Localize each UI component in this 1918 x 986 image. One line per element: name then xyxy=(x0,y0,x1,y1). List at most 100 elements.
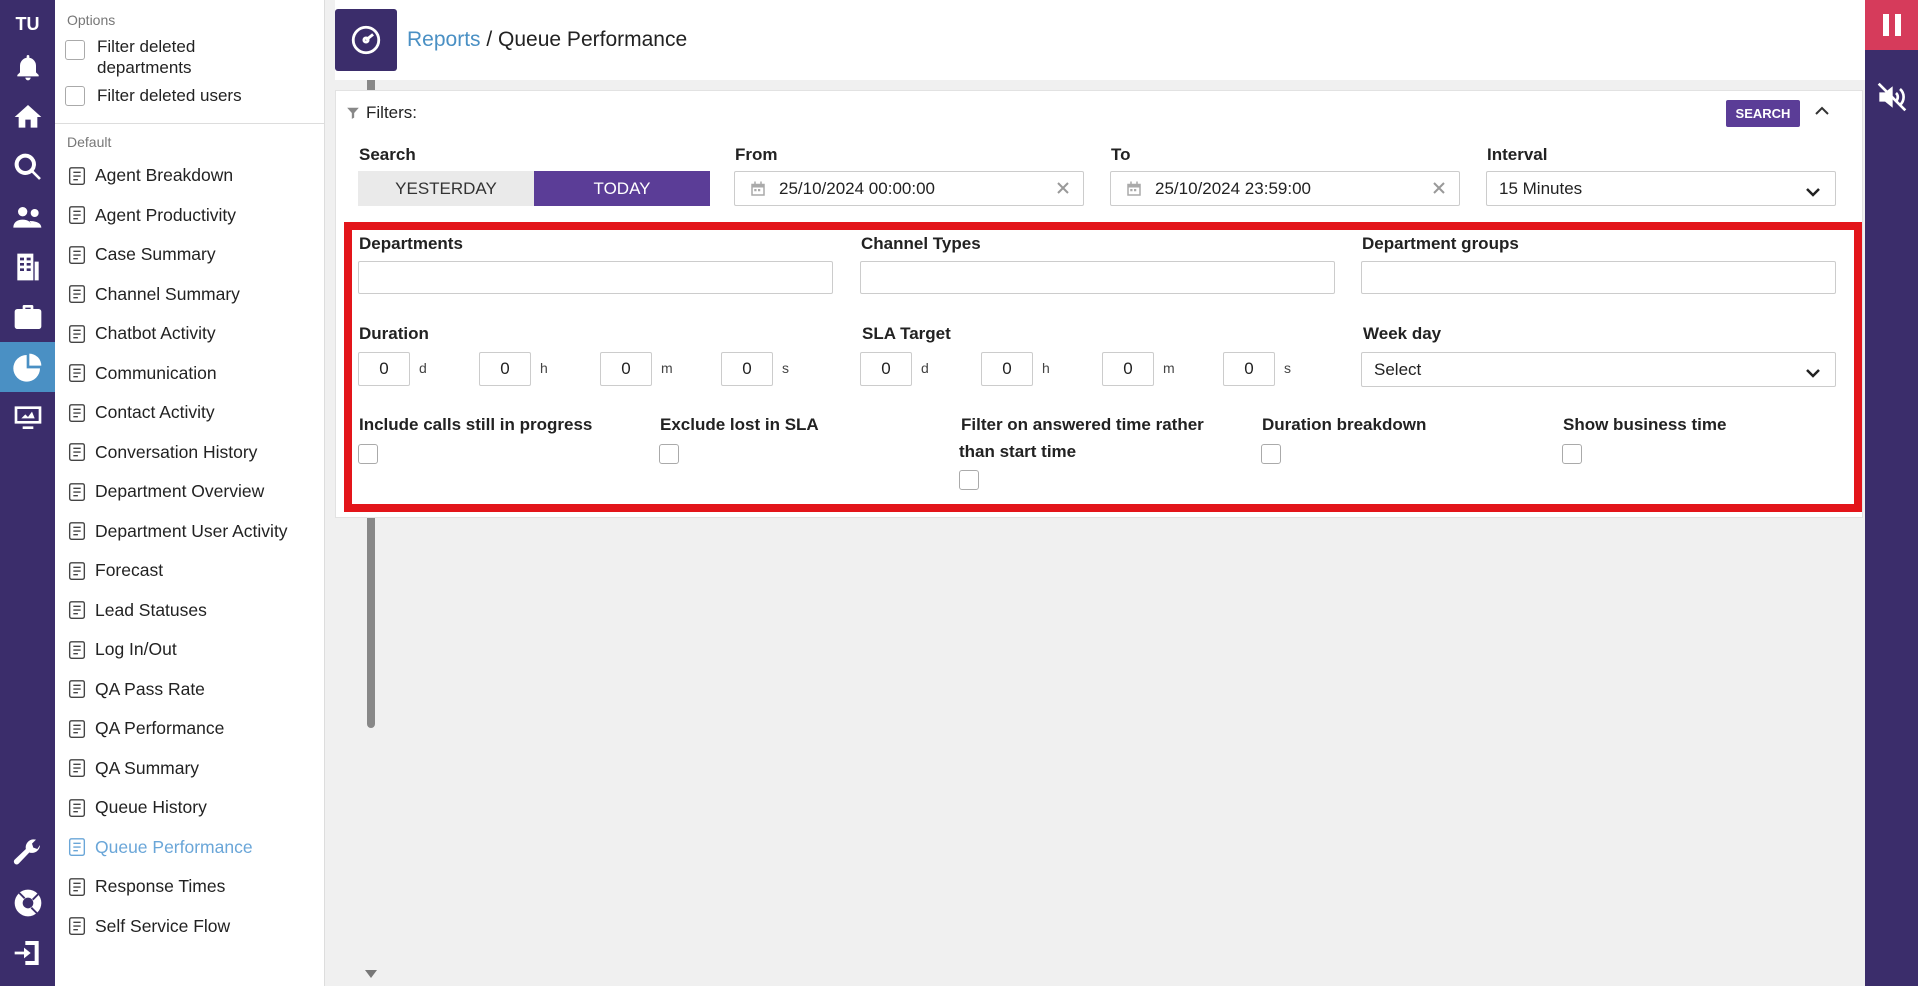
interval-select[interactable]: 15 Minutes xyxy=(1486,171,1836,206)
exclude-lost-checkbox[interactable] xyxy=(659,444,679,464)
filters-title: Filters: xyxy=(346,103,417,123)
report-item[interactable]: Case Summary xyxy=(55,235,324,275)
report-item[interactable]: Log In/Out xyxy=(55,630,324,670)
options-section-title: Options xyxy=(67,12,116,28)
report-item[interactable]: Contact Activity xyxy=(55,393,324,433)
show-business-time-checkbox[interactable] xyxy=(1562,444,1582,464)
pause-button[interactable] xyxy=(1865,0,1918,50)
from-date-input[interactable]: 25/10/2024 00:00:00 xyxy=(734,171,1084,206)
unit-seconds: s xyxy=(1284,360,1291,376)
report-list: Agent Breakdown Agent Productivity Case Su… xyxy=(55,156,324,946)
filters-panel: Filters: SEARCH Search YESTERDAY TODAY F… xyxy=(335,90,1863,518)
duration-hours-input[interactable]: 0 xyxy=(479,352,531,386)
duration-seconds-input[interactable]: 0 xyxy=(721,352,773,386)
week-day-select[interactable]: Select xyxy=(1361,352,1836,387)
departments-label: Departments xyxy=(359,234,463,253)
sla-seconds-input[interactable]: 0 xyxy=(1223,352,1275,386)
people-icon xyxy=(65,361,89,385)
unit-days: d xyxy=(419,360,427,376)
stopwatch-icon xyxy=(65,875,89,899)
channel-types-label: Channel Types xyxy=(861,234,981,253)
robot-icon xyxy=(65,914,89,938)
to-date-input[interactable]: 25/10/2024 23:59:00 xyxy=(1110,171,1460,206)
volume-mute-icon[interactable] xyxy=(1865,72,1918,122)
user-initials[interactable]: TU xyxy=(16,14,40,42)
report-item[interactable]: Department User Activity xyxy=(55,512,324,552)
filter-deleted-departments-label: Filter deleted departments xyxy=(97,37,196,77)
filter-answered-checkbox[interactable] xyxy=(959,470,979,490)
sla-days-input[interactable]: 0 xyxy=(860,352,912,386)
pause-icon xyxy=(1882,14,1889,36)
home-icon[interactable] xyxy=(0,92,55,142)
report-item-label: Lead Statuses xyxy=(95,599,207,620)
report-item[interactable]: Department Overview xyxy=(55,472,324,512)
report-item[interactable]: Self Service Flow xyxy=(55,907,324,947)
departments-input[interactable] xyxy=(358,261,833,294)
contact-card-icon xyxy=(65,401,89,425)
department-groups-label: Department groups xyxy=(1362,234,1519,253)
report-item[interactable]: Queue History xyxy=(55,788,324,828)
channel-types-input[interactable] xyxy=(860,261,1335,294)
report-item[interactable]: QA Summary xyxy=(55,749,324,789)
search-button[interactable]: SEARCH xyxy=(1726,100,1800,127)
filters-title-label: Filters: xyxy=(366,103,417,122)
report-item[interactable]: Agent Productivity xyxy=(55,196,324,236)
search-icon[interactable] xyxy=(0,142,55,192)
today-button[interactable]: TODAY xyxy=(534,171,710,206)
report-item-label: Queue Performance xyxy=(95,836,253,857)
sla-target-label: SLA Target xyxy=(862,324,951,343)
clear-icon[interactable] xyxy=(1431,180,1447,196)
duration-breakdown-checkbox[interactable] xyxy=(1261,444,1281,464)
report-item[interactable]: Chatbot Activity xyxy=(55,314,324,354)
report-item[interactable]: Communication xyxy=(55,354,324,394)
filter-deleted-users-checkbox[interactable] xyxy=(65,86,85,106)
gauge-icon xyxy=(65,835,89,859)
to-date-value: 25/10/2024 23:59:00 xyxy=(1155,178,1311,198)
reports-pie-icon[interactable] xyxy=(0,342,55,392)
options-sidebar: Options Filter deleted departments Filte… xyxy=(55,0,377,986)
page-header: Reports / Queue Performance xyxy=(335,0,1865,80)
report-item[interactable]: Queue Performance xyxy=(55,828,324,868)
report-item-label: Agent Breakdown xyxy=(95,165,234,186)
calendar-icon xyxy=(1125,180,1143,198)
filter-deleted-users[interactable]: Filter deleted users xyxy=(55,80,324,111)
bell-icon[interactable] xyxy=(0,42,55,92)
department-groups-input[interactable] xyxy=(1361,261,1836,294)
report-item-label: Case Summary xyxy=(95,244,216,265)
breadcrumb: Reports / Queue Performance xyxy=(407,28,687,52)
lifebuoy-icon[interactable] xyxy=(0,878,55,928)
sla-minutes-input[interactable]: 0 xyxy=(1102,352,1154,386)
filter-deleted-departments[interactable]: Filter deleted departments xyxy=(55,34,324,80)
briefcase-icon[interactable] xyxy=(0,292,55,342)
pause-icon-bar xyxy=(1894,14,1901,36)
users-icon[interactable] xyxy=(0,192,55,242)
department-icon xyxy=(65,480,89,504)
report-item[interactable]: QA Pass Rate xyxy=(55,670,324,710)
sla-hours-input[interactable]: 0 xyxy=(981,352,1033,386)
report-item[interactable]: Response Times xyxy=(55,867,324,907)
forecast-icon xyxy=(65,559,89,583)
report-item-label: QA Pass Rate xyxy=(95,678,205,699)
yesterday-button[interactable]: YESTERDAY xyxy=(358,171,534,206)
report-item[interactable]: Forecast xyxy=(55,551,324,591)
duration-minutes-input[interactable]: 0 xyxy=(600,352,652,386)
include-calls-checkbox[interactable] xyxy=(358,444,378,464)
history-icon xyxy=(65,440,89,464)
unit-hours: h xyxy=(540,360,548,376)
report-item[interactable]: Conversation History xyxy=(55,433,324,473)
breadcrumb-reports-link[interactable]: Reports xyxy=(407,28,481,51)
report-item[interactable]: Lead Statuses xyxy=(55,591,324,631)
chevron-up-icon[interactable] xyxy=(1814,103,1832,117)
monitor-icon[interactable] xyxy=(0,392,55,442)
report-item[interactable]: Agent Breakdown xyxy=(55,156,324,196)
right-rail xyxy=(1865,0,1918,986)
duration-breakdown-label: Duration breakdown xyxy=(1262,415,1427,434)
clear-icon[interactable] xyxy=(1055,180,1071,196)
filter-deleted-departments-checkbox[interactable] xyxy=(65,40,85,60)
wrench-icon[interactable] xyxy=(0,828,55,878)
duration-days-input[interactable]: 0 xyxy=(358,352,410,386)
building-icon[interactable] xyxy=(0,242,55,292)
report-item[interactable]: QA Performance xyxy=(55,709,324,749)
report-item[interactable]: Channel Summary xyxy=(55,275,324,315)
logout-icon[interactable] xyxy=(0,928,55,978)
